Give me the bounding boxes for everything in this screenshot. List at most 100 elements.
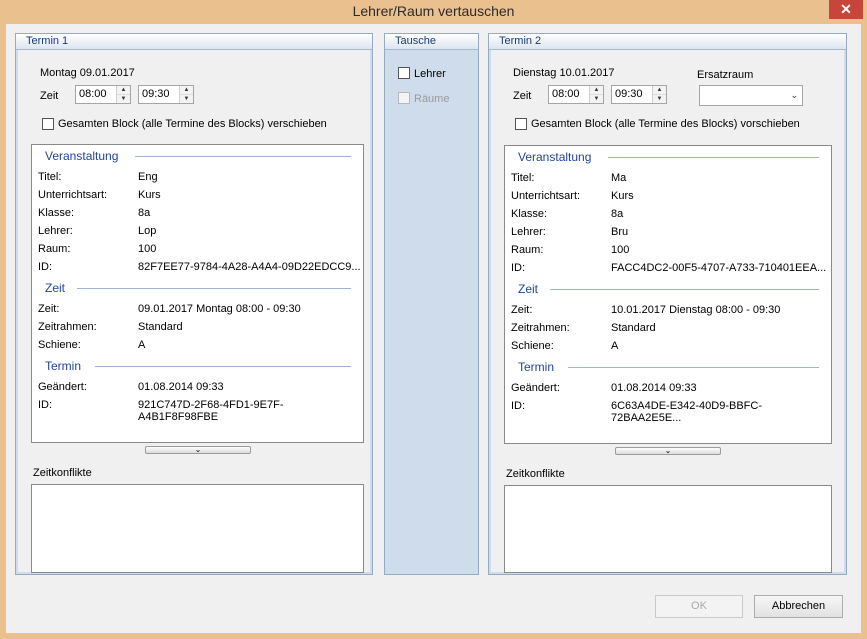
termin2-details: Veranstaltung Titel: Ma Unterrichtsart: Ku… [504, 145, 832, 444]
tausche-lehrer-checkbox[interactable] [398, 67, 410, 79]
termin2-header: Termin 2 [489, 34, 846, 50]
row-label: Raum: [511, 244, 544, 256]
tausche-header: Tausche [385, 34, 478, 50]
row-label: Zeitrahmen: [38, 321, 97, 333]
termin1-panel: Termin 1 Montag 09.01.2017 Zeit 08:00 ▲ ▼… [15, 33, 373, 575]
dialog-client-area: Termin 1 Montag 09.01.2017 Zeit 08:00 ▲ ▼… [6, 24, 861, 633]
close-button[interactable]: ✕ [829, 0, 863, 19]
title-bar[interactable]: Lehrer/Raum vertauschen ✕ [0, 0, 867, 24]
row-label: Klasse: [38, 207, 75, 219]
termin2-title: Termin 2 [499, 35, 542, 47]
row-value: A [138, 339, 146, 351]
row-label: Geändert: [511, 382, 560, 394]
termin1-title: Termin 1 [26, 35, 69, 47]
spin-up-icon[interactable]: ▲ [117, 86, 130, 95]
termin1-details: Veranstaltung Titel: Eng Unterrichtsart: K… [31, 144, 364, 443]
chevron-down-icon: ⌄ [664, 446, 672, 455]
termin2-date: Dienstag 10.01.2017 [513, 67, 615, 79]
termin1-end-value: 09:30 [142, 88, 170, 100]
termin1-zeit-label: Zeit [40, 90, 59, 102]
row-label: Zeitrahmen: [511, 322, 570, 334]
row-label: Lehrer: [38, 225, 73, 237]
spin-down-icon[interactable]: ▼ [653, 95, 666, 103]
row-value: 09.01.2017 Montag 08:00 - 09:30 [138, 303, 301, 315]
row-label: Unterrichtsart: [38, 189, 108, 201]
row-label: ID: [38, 399, 53, 411]
termin1-conflicts-label: Zeitkonflikte [33, 467, 92, 479]
row-label: Unterrichtsart: [511, 190, 581, 202]
termin2-zeit-label: Zeit [513, 90, 532, 102]
termin2-conflicts-label: Zeitkonflikte [506, 468, 565, 480]
ersatzraum-label: Ersatzraum [697, 69, 754, 81]
section-divider [95, 366, 351, 367]
row-label: ID: [38, 261, 53, 273]
row-value: 82F7EE77-9784-4A28-A4A4-09D22EDCC9... [138, 261, 361, 273]
row-value: 8a [611, 208, 624, 220]
section-termin: Termin [518, 360, 555, 374]
spin-down-icon[interactable]: ▼ [590, 95, 603, 103]
row-label: Geändert: [38, 381, 87, 393]
termin1-date: Montag 09.01.2017 [40, 67, 135, 79]
termin1-conflicts-list[interactable] [31, 484, 364, 573]
row-label: Zeit: [38, 303, 60, 315]
section-termin: Termin [45, 359, 82, 373]
termin2-end-time[interactable]: 09:30 ▲ ▼ [611, 85, 667, 104]
row-label: Titel: [38, 171, 62, 183]
row-label: ID: [511, 400, 526, 412]
spin-up-icon[interactable]: ▲ [590, 86, 603, 95]
spin-up-icon[interactable]: ▲ [180, 86, 193, 95]
row-value: 6C63A4DE-E342-40D9-BBFC-72BAA2E5E... [611, 400, 763, 424]
ok-button[interactable]: OK [655, 595, 743, 618]
row-label: Schiene: [511, 340, 554, 352]
row-label: Raum: [38, 243, 71, 255]
section-divider [568, 367, 819, 368]
termin1-body: Montag 09.01.2017 Zeit 08:00 ▲ ▼ 09:30 ▲ ▼… [18, 50, 370, 573]
ersatzraum-select[interactable]: ⌄ [699, 85, 803, 106]
spin-down-icon[interactable]: ▼ [117, 95, 130, 103]
tausche-raeume-label: Räume [414, 93, 450, 105]
spin-down-icon[interactable]: ▼ [180, 95, 193, 103]
row-value: Ma [611, 172, 627, 184]
window-title: Lehrer/Raum vertauschen [352, 3, 515, 19]
spin-up-icon[interactable]: ▲ [653, 86, 666, 95]
row-value: Standard [611, 322, 656, 334]
chevron-down-icon: ⌄ [194, 445, 202, 454]
section-zeit: Zeit [518, 282, 539, 296]
dialog-window: Lehrer/Raum vertauschen ✕ Termin 1 Monta… [0, 0, 867, 639]
section-divider [77, 288, 351, 289]
row-value: Bru [611, 226, 629, 238]
termin1-header: Termin 1 [16, 34, 372, 50]
row-value: Standard [138, 321, 183, 333]
tausche-title: Tausche [395, 35, 436, 47]
row-label: Lehrer: [511, 226, 546, 238]
section-veranstaltung: Veranstaltung [518, 150, 592, 164]
row-label: Titel: [511, 172, 535, 184]
row-value: 921C747D-2F68-4FD1-9E7F-A4B1F8F98FBE [138, 399, 284, 423]
row-value: 8a [138, 207, 151, 219]
termin2-block-label: Gesamten Block (alle Termine des Blocks)… [531, 118, 800, 130]
row-value: A [611, 340, 619, 352]
termin1-start-time[interactable]: 08:00 ▲ ▼ [75, 85, 131, 104]
tausche-lehrer-label: Lehrer [414, 68, 446, 80]
termin1-block-checkbox[interactable] [42, 118, 54, 130]
termin2-end-value: 09:30 [615, 88, 643, 100]
row-value: Kurs [138, 189, 161, 201]
termin1-start-value: 08:00 [79, 88, 107, 100]
termin1-expander-button[interactable]: ⌄ [145, 446, 251, 454]
section-zeit: Zeit [45, 281, 66, 295]
row-value: 100 [138, 243, 157, 255]
section-veranstaltung: Veranstaltung [45, 149, 119, 163]
tausche-raeume-checkbox[interactable] [398, 92, 410, 104]
cancel-button[interactable]: Abbrechen [754, 595, 843, 618]
termin2-block-checkbox[interactable] [515, 118, 527, 130]
termin2-conflicts-list[interactable] [504, 485, 832, 573]
termin1-end-time[interactable]: 09:30 ▲ ▼ [138, 85, 194, 104]
section-divider [608, 157, 819, 158]
row-label: ID: [511, 262, 526, 274]
termin2-start-time[interactable]: 08:00 ▲ ▼ [548, 85, 604, 104]
row-value: 01.08.2014 09:33 [138, 381, 224, 393]
section-divider [550, 289, 819, 290]
chevron-down-icon: ⌄ [790, 90, 798, 100]
termin2-panel: Termin 2 Dienstag 10.01.2017 Ersatzraum … [488, 33, 847, 575]
termin2-expander-button[interactable]: ⌄ [615, 447, 721, 455]
